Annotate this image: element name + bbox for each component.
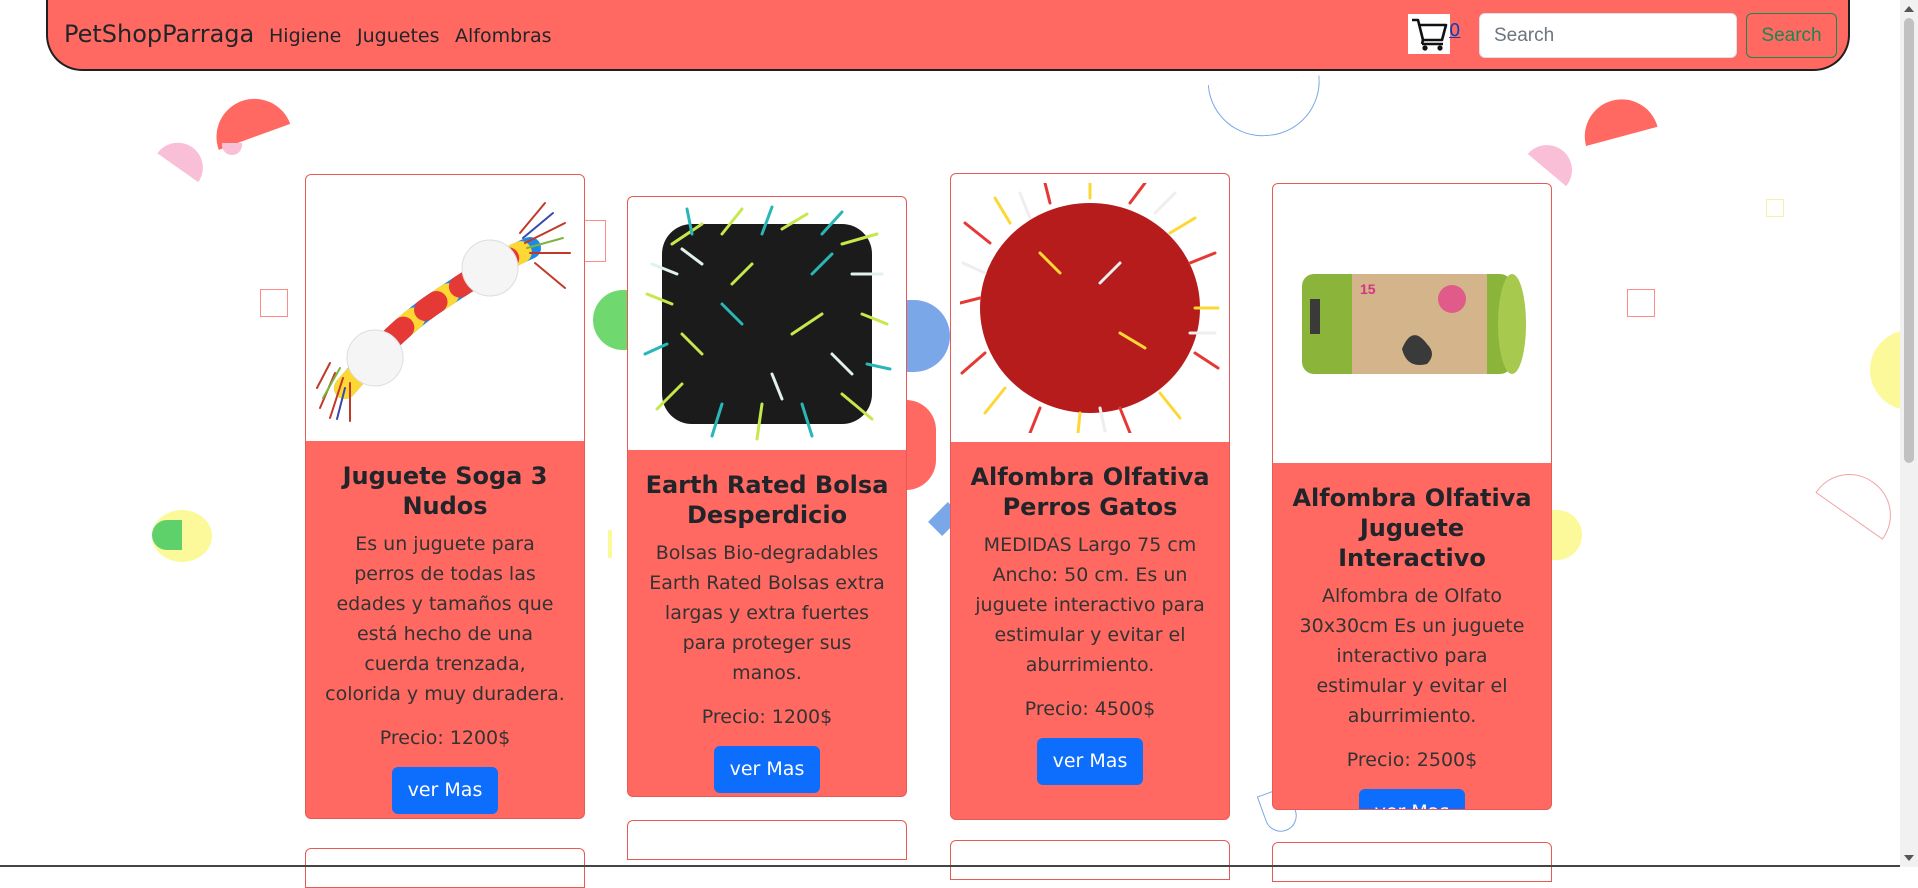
product-card-3: Alfombra Olfativa Perros Gatos MEDIDAS L… (950, 173, 1230, 820)
page-scrollbar[interactable] (1900, 0, 1918, 867)
product-card-4: 15 Alfombra Olfativa Juguete Interactivo… (1272, 183, 1552, 810)
scroll-thumb[interactable] (1904, 18, 1914, 463)
product-price: Precio: 1200$ (701, 706, 833, 728)
product-image-rope-toy (306, 175, 584, 441)
product-image-snuffle-mat-green (628, 197, 906, 450)
product-description: Alfombra de Olfato 30x30cm Es un juguete… (1299, 585, 1525, 727)
search-button[interactable]: Search (1746, 13, 1837, 58)
brand-link[interactable]: PetShopParraga (64, 20, 254, 48)
product-description: Es un juguete para perros de todas las e… (325, 533, 565, 705)
product-title: Earth Rated Bolsa Desperdicio (645, 471, 889, 529)
product-card-stub (305, 848, 585, 888)
ver-mas-button[interactable]: ver Mas (1036, 738, 1144, 785)
nav-link-alfombras[interactable]: Alfombras (455, 25, 552, 47)
ver-mas-button[interactable]: ver Mas (1358, 789, 1466, 809)
scroll-up-arrow-icon[interactable] (1904, 6, 1914, 12)
bag-roll-count-text: 15 (1360, 281, 1376, 297)
ver-mas-button[interactable]: ver Mas (391, 767, 499, 814)
product-card-stub (950, 840, 1230, 880)
scroll-down-arrow-icon[interactable] (1904, 855, 1914, 861)
navbar: PetShopParraga Higiene Juguetes Alfombra… (46, 0, 1850, 71)
product-description: Bolsas Bio-degradables Earth Rated Bolsa… (649, 542, 885, 684)
product-card-2: Earth Rated Bolsa Desperdicio Bolsas Bio… (627, 196, 907, 797)
product-card-stub (1272, 842, 1552, 882)
product-title: Juguete Soga 3 Nudos (342, 462, 548, 520)
shopping-cart-icon (1412, 18, 1448, 51)
product-card-stub (627, 820, 907, 860)
product-card-1: Juguete Soga 3 Nudos Es un juguete para … (305, 174, 585, 819)
product-image-snuffle-mat-red (951, 174, 1229, 442)
product-price: Precio: 1200$ (379, 727, 511, 749)
cart-count[interactable]: 0 (1449, 20, 1460, 41)
product-description: MEDIDAS Largo 75 cm Ancho: 50 cm. Es un … (975, 534, 1205, 676)
product-price: Precio: 4500$ (1024, 698, 1156, 720)
nav-link-higiene[interactable]: Higiene (269, 25, 341, 47)
product-image-waste-bag-roll: 15 (1273, 184, 1551, 463)
product-title: Alfombra Olfativa Juguete Interactivo (1292, 484, 1532, 572)
product-price: Precio: 2500$ (1346, 749, 1478, 771)
search-input[interactable] (1479, 13, 1737, 58)
nav-link-juguetes[interactable]: Juguetes (357, 25, 439, 47)
ver-mas-button[interactable]: ver Mas (713, 746, 821, 793)
cart-button[interactable] (1408, 14, 1450, 54)
product-title: Alfombra Olfativa Perros Gatos (970, 463, 1210, 521)
